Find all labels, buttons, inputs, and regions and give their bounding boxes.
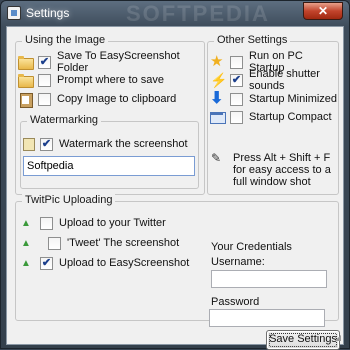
- watermarking-legend: Watermarking: [27, 114, 102, 126]
- other-settings-legend: Other Settings: [214, 34, 291, 46]
- watermark-icon: [23, 137, 35, 151]
- compact-window-icon: [210, 110, 226, 124]
- startup-compact-checkbox[interactable]: [230, 110, 243, 124]
- credentials-heading: Your Credentials: [211, 241, 292, 253]
- prompt-save-option[interactable]: Prompt where to save: [18, 72, 164, 88]
- save-settings-button[interactable]: Save Settings: [266, 330, 340, 350]
- tweet-screenshot-checkbox[interactable]: [48, 236, 61, 250]
- folder-icon: [18, 55, 34, 70]
- save-to-folder-checkbox[interactable]: ✔: [38, 55, 51, 69]
- softpedia-watermark: SOFTPEDIA: [126, 1, 270, 26]
- startup-compact-option[interactable]: Startup Compact: [210, 109, 332, 125]
- twitpic-group: TwitPic Uploading ▲ Upload to your Twitt…: [15, 194, 339, 321]
- startup-minimized-label: Startup Minimized: [249, 93, 338, 105]
- upload-easyscreenshot-option[interactable]: ▲ ✔ Upload to EasyScreenshot: [20, 255, 189, 271]
- green-arrow-icon: ▲: [21, 217, 31, 229]
- copy-clipboard-label: Copy Image to clipboard: [57, 93, 177, 105]
- watermark-label: Watermark the screenshot: [59, 138, 188, 150]
- title-bar[interactable]: Settings SOFTPEDIA ✕: [1, 1, 349, 26]
- lightning-icon: ⚡: [210, 72, 228, 88]
- watermark-option[interactable]: ✔ Watermark the screenshot: [23, 136, 188, 152]
- tweet-screenshot-label: 'Tweet' The screenshot: [67, 237, 180, 249]
- shutter-sounds-option[interactable]: ⚡ ✔ Enable shutter sounds: [210, 68, 338, 92]
- close-button[interactable]: ✕: [303, 2, 343, 20]
- run-on-startup-checkbox[interactable]: [230, 55, 243, 69]
- prompt-save-checkbox[interactable]: [38, 73, 51, 87]
- shutter-sounds-checkbox[interactable]: ✔: [230, 73, 243, 87]
- upload-twitter-option[interactable]: ▲ Upload to your Twitter: [20, 215, 166, 231]
- upload-twitter-checkbox[interactable]: [40, 216, 53, 230]
- username-input[interactable]: [211, 270, 327, 288]
- tweet-screenshot-option[interactable]: ▲ 'Tweet' The screenshot: [20, 235, 179, 251]
- upload-twitter-label: Upload to your Twitter: [59, 217, 166, 229]
- watermark-text-input[interactable]: [23, 156, 195, 176]
- copy-clipboard-option[interactable]: Copy Image to clipboard: [18, 91, 177, 108]
- save-to-folder-option[interactable]: ✔ Save To EasyScreenshot Folder: [18, 50, 204, 74]
- username-label: Username:: [211, 256, 265, 268]
- watermark-checkbox[interactable]: ✔: [40, 137, 53, 151]
- watermarking-group: Watermarking ✔ Watermark the screenshot: [20, 114, 199, 189]
- twitpic-legend: TwitPic Uploading: [22, 194, 116, 206]
- upload-easyscreenshot-checkbox[interactable]: ✔: [40, 256, 53, 270]
- using-image-group: Using the Image ✔ Save To EasyScreenshot…: [15, 34, 205, 195]
- password-label: Password: [211, 296, 260, 308]
- close-icon: ✕: [317, 4, 329, 18]
- clipboard-icon: [18, 92, 33, 108]
- star-icon: ★: [210, 53, 224, 70]
- settings-panel: Using the Image ✔ Save To EasyScreenshot…: [6, 26, 344, 350]
- window-title: Settings: [26, 6, 70, 20]
- startup-minimized-checkbox[interactable]: [230, 92, 243, 106]
- app-icon: [7, 6, 21, 20]
- green-arrow-icon: ▲: [21, 257, 31, 269]
- settings-window: Settings SOFTPEDIA ✕ Using the Image ✔ S…: [0, 0, 350, 350]
- shutter-sounds-label: Enable shutter sounds: [249, 68, 320, 92]
- save-settings-label: Save Settings: [269, 333, 337, 345]
- save-to-folder-label: Save To EasyScreenshot Folder: [57, 50, 180, 74]
- startup-minimized-option[interactable]: ⬇ Startup Minimized: [210, 91, 337, 107]
- credentials-box: Your Credentials Username: Password: [208, 240, 336, 318]
- folder-icon: [18, 73, 34, 88]
- green-arrow-icon: ▲: [21, 237, 31, 249]
- down-arrow-icon: ⬇: [210, 90, 224, 107]
- shortcut-hint: Press Alt + Shift + F for easy access to…: [233, 152, 331, 188]
- prompt-save-label: Prompt where to save: [57, 74, 164, 86]
- pen-icon: ✎: [211, 151, 222, 165]
- using-image-legend: Using the Image: [22, 34, 109, 46]
- copy-clipboard-checkbox[interactable]: [38, 92, 51, 106]
- upload-easyscreenshot-label: Upload to EasyScreenshot: [59, 257, 190, 269]
- password-input[interactable]: [209, 309, 325, 327]
- resize-grip-icon[interactable]: ◢: [335, 333, 341, 342]
- startup-compact-label: Startup Compact: [249, 111, 332, 123]
